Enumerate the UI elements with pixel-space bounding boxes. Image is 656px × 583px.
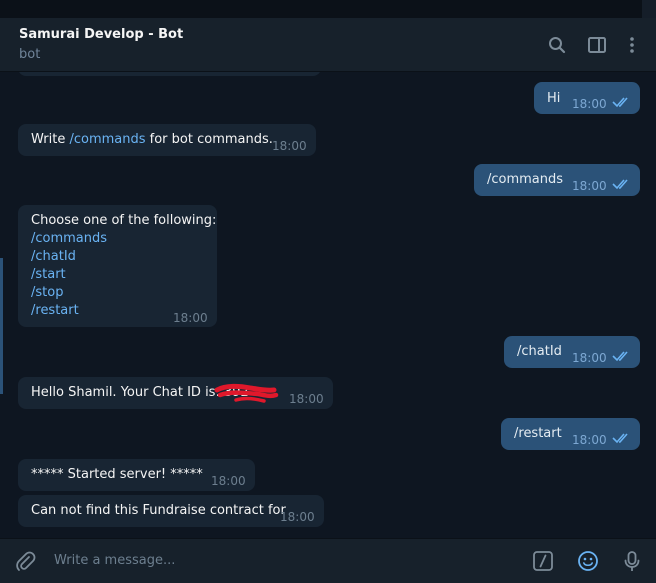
read-checkmarks-icon (612, 351, 628, 362)
command-link-chatid[interactable]: /chatId (31, 248, 76, 266)
message-incoming[interactable]: Hello Shamil. Your Chat ID is: 392 18:00 (18, 377, 333, 409)
bot-command-link[interactable]: /commands (69, 132, 145, 147)
message-text: ***** Started server! ***** (31, 467, 203, 482)
chat-header[interactable]: Samurai Develop - Bot bot (0, 18, 656, 72)
message-text: /chatId (517, 344, 562, 359)
search-icon[interactable] (547, 35, 567, 55)
message-time: 18:00 (173, 311, 208, 325)
message-time: 18:00 (211, 474, 246, 488)
redaction-scribble (214, 383, 279, 403)
command-link-start[interactable]: /start (31, 266, 66, 284)
more-vertical-icon[interactable] (622, 35, 642, 55)
read-checkmarks-icon (612, 179, 628, 190)
message-text: Hi (547, 91, 561, 106)
slash-commands-icon[interactable] (532, 550, 554, 572)
message-outgoing[interactable]: /chatId 18:00 (504, 336, 640, 368)
window-edge (642, 0, 656, 18)
message-text: Can not find this Fundraise contract for (31, 503, 286, 518)
message-time: 18:00 (572, 351, 607, 365)
chat-subtitle: bot (19, 47, 41, 62)
message-text: /commands (487, 172, 564, 187)
message-time: 18:00 (572, 179, 607, 193)
message-outgoing[interactable]: Hi 18:00 (534, 82, 640, 114)
message-time: 18:00 (280, 510, 315, 524)
selection-marker (0, 258, 3, 394)
sidebar-toggle-icon[interactable] (587, 35, 607, 55)
window-top-strip (0, 0, 656, 18)
command-link-restart[interactable]: /restart (31, 302, 79, 320)
command-link-stop[interactable]: /stop (31, 284, 63, 302)
message-time: 18:00 (572, 433, 607, 447)
message-incoming[interactable]: ***** Started server! ***** 18:00 (18, 459, 255, 491)
chat-title[interactable]: Samurai Develop - Bot (19, 27, 183, 42)
previous-message-edge (18, 72, 321, 76)
message-time: 18:00 (572, 97, 607, 111)
paperclip-icon[interactable] (14, 550, 36, 572)
message-composer[interactable]: Write a message... (0, 538, 656, 583)
message-text: Choose one of the following: (31, 213, 217, 228)
message-incoming[interactable]: Choose one of the following: /commands /… (18, 205, 217, 327)
command-link-commands[interactable]: /commands (31, 230, 107, 248)
message-text: /restart (514, 426, 562, 441)
message-time: 18:00 (272, 139, 307, 153)
message-outgoing[interactable]: /restart 18:00 (501, 418, 640, 450)
read-checkmarks-icon (612, 97, 628, 108)
message-incoming[interactable]: Can not find this Fundraise contract for… (18, 495, 324, 527)
message-text: Write /commands for bot commands. (31, 132, 273, 147)
microphone-icon[interactable] (621, 550, 643, 572)
message-list[interactable]: Hi 18:00 Write /commands for bot command… (0, 72, 656, 538)
emoji-icon[interactable] (577, 550, 599, 572)
message-input[interactable]: Write a message... (54, 553, 175, 568)
message-time: 18:00 (289, 392, 324, 406)
read-checkmarks-icon (612, 433, 628, 444)
message-outgoing[interactable]: /commands 18:00 (474, 164, 640, 196)
message-incoming[interactable]: Write /commands for bot commands. 18:00 (18, 124, 316, 156)
